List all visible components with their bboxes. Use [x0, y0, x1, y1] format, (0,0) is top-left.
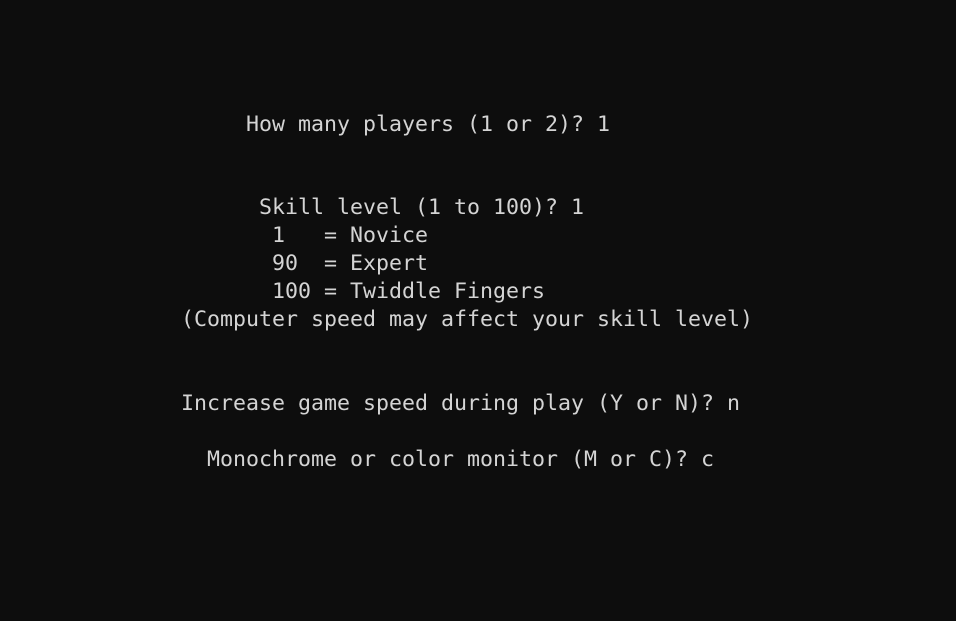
prompt-skill-question: Skill level (1 to 100)? [259, 195, 572, 220]
skill-legend-item-twiddle-fingers: 100 = Twiddle Fingers [181, 278, 545, 306]
prompt-speed-answer[interactable]: n [727, 391, 740, 416]
prompt-monitor-question: Monochrome or color monitor (M or C)? [207, 447, 702, 472]
terminal-screen: How many players (1 or 2)? 1 Skill level… [0, 0, 956, 621]
prompt-skill-answer[interactable]: 1 [571, 195, 584, 220]
skill-legend-label-1: Expert [350, 251, 429, 276]
skill-legend-note: (Computer speed may affect your skill le… [181, 307, 754, 332]
prompt-players-answer[interactable]: 1 [597, 112, 610, 137]
skill-legend-value-1: 90 [272, 251, 312, 276]
skill-legend-indent-0 [181, 223, 272, 248]
prompt-monitor-indent [181, 447, 207, 472]
prompt-line-skill: Skill level (1 to 100)? 1 [181, 194, 584, 222]
skill-legend-separator-0: = [311, 223, 351, 248]
skill-legend-separator-2: = [311, 279, 351, 304]
prompt-speed-question: Increase game speed during play (Y or N)… [181, 391, 728, 416]
skill-legend-item-novice: 1 = Novice [181, 222, 428, 250]
skill-legend-indent-1 [181, 251, 272, 276]
prompt-skill-indent [181, 195, 259, 220]
prompt-line-speed: Increase game speed during play (Y or N)… [181, 390, 740, 418]
prompt-players-indent [181, 112, 246, 137]
skill-legend-indent-2 [181, 279, 272, 304]
skill-legend-value-0: 1 [272, 223, 312, 248]
prompt-players-question: How many players (1 or 2)? [246, 112, 598, 137]
skill-legend-label-2: Twiddle Fingers [350, 279, 546, 304]
skill-legend-item-expert: 90 = Expert [181, 250, 428, 278]
skill-legend-label-0: Novice [350, 223, 429, 248]
prompt-line-players: How many players (1 or 2)? 1 [181, 111, 610, 139]
skill-legend-value-2: 100 [272, 279, 312, 304]
prompt-line-monitor: Monochrome or color monitor (M or C)? c [181, 446, 714, 474]
skill-legend-separator-1: = [311, 251, 351, 276]
prompt-monitor-answer[interactable]: c [701, 447, 714, 472]
